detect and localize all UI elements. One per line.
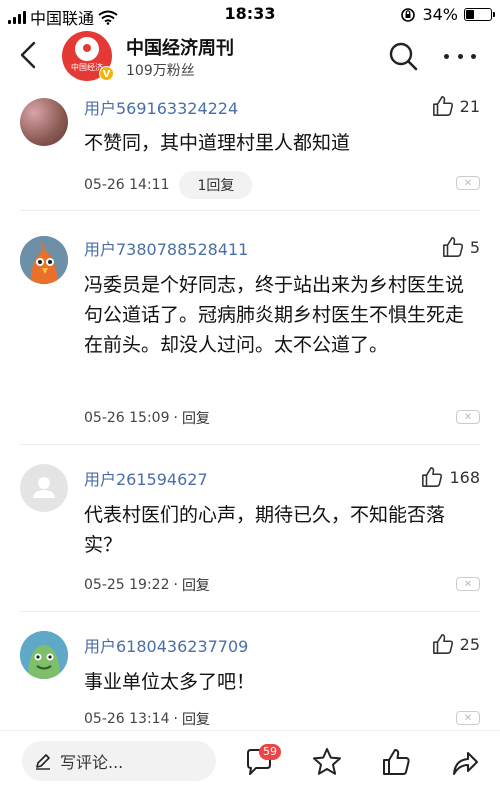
write-comment-input[interactable]: 写评论...: [22, 741, 216, 781]
reply-button[interactable]: 回复: [182, 575, 210, 595]
follower-count: 109万粉丝: [126, 63, 195, 79]
search-icon[interactable]: [388, 41, 418, 71]
divider: [20, 611, 480, 612]
close-icon[interactable]: ✕: [456, 176, 480, 190]
user-avatar[interactable]: [20, 98, 68, 146]
comment-text: 冯委员是个好同志，终于站出来为乡村医生说句公道话了。冠病肺炎期乡村医生不惧生死走…: [84, 274, 465, 356]
like-count: 5: [469, 237, 480, 257]
thumb-up-icon[interactable]: [381, 747, 411, 777]
divider: [20, 210, 480, 211]
like-count: 168: [449, 467, 480, 487]
more-icon[interactable]: [444, 41, 476, 71]
comment-meta: 05-25 19:22 · 回复: [84, 575, 210, 595]
reply-count-button[interactable]: 1回复: [179, 171, 253, 199]
user-avatar[interactable]: [20, 236, 68, 284]
like-button[interactable]: 5: [442, 236, 480, 258]
meta-separator: ·: [173, 711, 178, 727]
meta-separator: ·: [173, 577, 178, 593]
comment-username[interactable]: 用户7380788528411: [84, 236, 248, 260]
close-icon[interactable]: ✕: [456, 577, 480, 591]
close-icon[interactable]: ✕: [456, 410, 480, 424]
thumb-up-icon: [422, 467, 443, 487]
thumb-up-icon: [442, 237, 463, 257]
comment-meta: 05-26 14:11 1回复: [84, 171, 253, 199]
write-comment-placeholder: 写评论...: [60, 753, 124, 772]
comment-date: 05-26 15:09: [84, 410, 170, 426]
comment-username[interactable]: 用户569163324224: [84, 95, 238, 119]
orientation-lock-icon: [401, 7, 416, 22]
status-right: 34%: [400, 5, 495, 24]
divider: [20, 444, 480, 445]
comment-text: 事业单位太多了吧！: [84, 671, 256, 693]
nav-header: 中国经济 V 中国经济周刊 109万粉丝: [0, 28, 500, 86]
battery-percent: 34%: [422, 5, 458, 24]
share-icon[interactable]: [450, 747, 480, 777]
like-button[interactable]: 168: [421, 466, 480, 488]
user-avatar[interactable]: [20, 464, 68, 512]
comment-text: 不赞同，其中道理村里人都知道: [84, 132, 351, 154]
comment-username[interactable]: 用户261594627: [84, 466, 208, 490]
user-avatar[interactable]: [20, 631, 68, 679]
battery-icon: [464, 8, 495, 21]
meta-separator: ·: [173, 410, 178, 426]
like-button[interactable]: 21: [432, 95, 480, 117]
comment-meta: 05-26 13:14 · 回复: [84, 709, 210, 729]
bird-avatar-icon: [20, 236, 68, 284]
comment-text: 代表村医们的心声，期待已久，不知能否落实？: [84, 504, 446, 556]
thumb-up-icon: [432, 96, 453, 116]
bottom-action-bar: 写评论...: [0, 730, 500, 788]
like-count: 21: [459, 96, 480, 116]
page-title[interactable]: 中国经济周刊: [126, 34, 234, 60]
comment-date: 05-26 14:11: [84, 177, 170, 193]
reply-button[interactable]: 回复: [182, 709, 210, 729]
status-bar: 中国联通 18:33 34%: [0, 0, 500, 28]
comment-date: 05-25 19:22: [84, 577, 170, 593]
thumb-up-icon: [432, 634, 453, 654]
like-button[interactable]: 25: [432, 633, 480, 655]
like-count: 25: [459, 634, 480, 654]
back-arrow-icon[interactable]: [14, 40, 44, 70]
default-avatar-icon: [33, 477, 55, 498]
reply-button[interactable]: 回复: [182, 408, 210, 428]
comment-username[interactable]: 用户6180436237709: [84, 633, 248, 657]
comment-date: 05-26 13:14: [84, 711, 170, 727]
logo-icon: [75, 37, 99, 61]
close-icon[interactable]: ✕: [456, 711, 480, 725]
comment-count-badge: 59: [259, 744, 281, 760]
verified-badge-icon: V: [99, 66, 114, 81]
comment-meta: 05-26 15:09 · 回复: [84, 408, 210, 428]
pencil-icon: [36, 754, 50, 770]
star-icon[interactable]: [312, 747, 342, 777]
cartoon-avatar-icon: [20, 631, 68, 679]
